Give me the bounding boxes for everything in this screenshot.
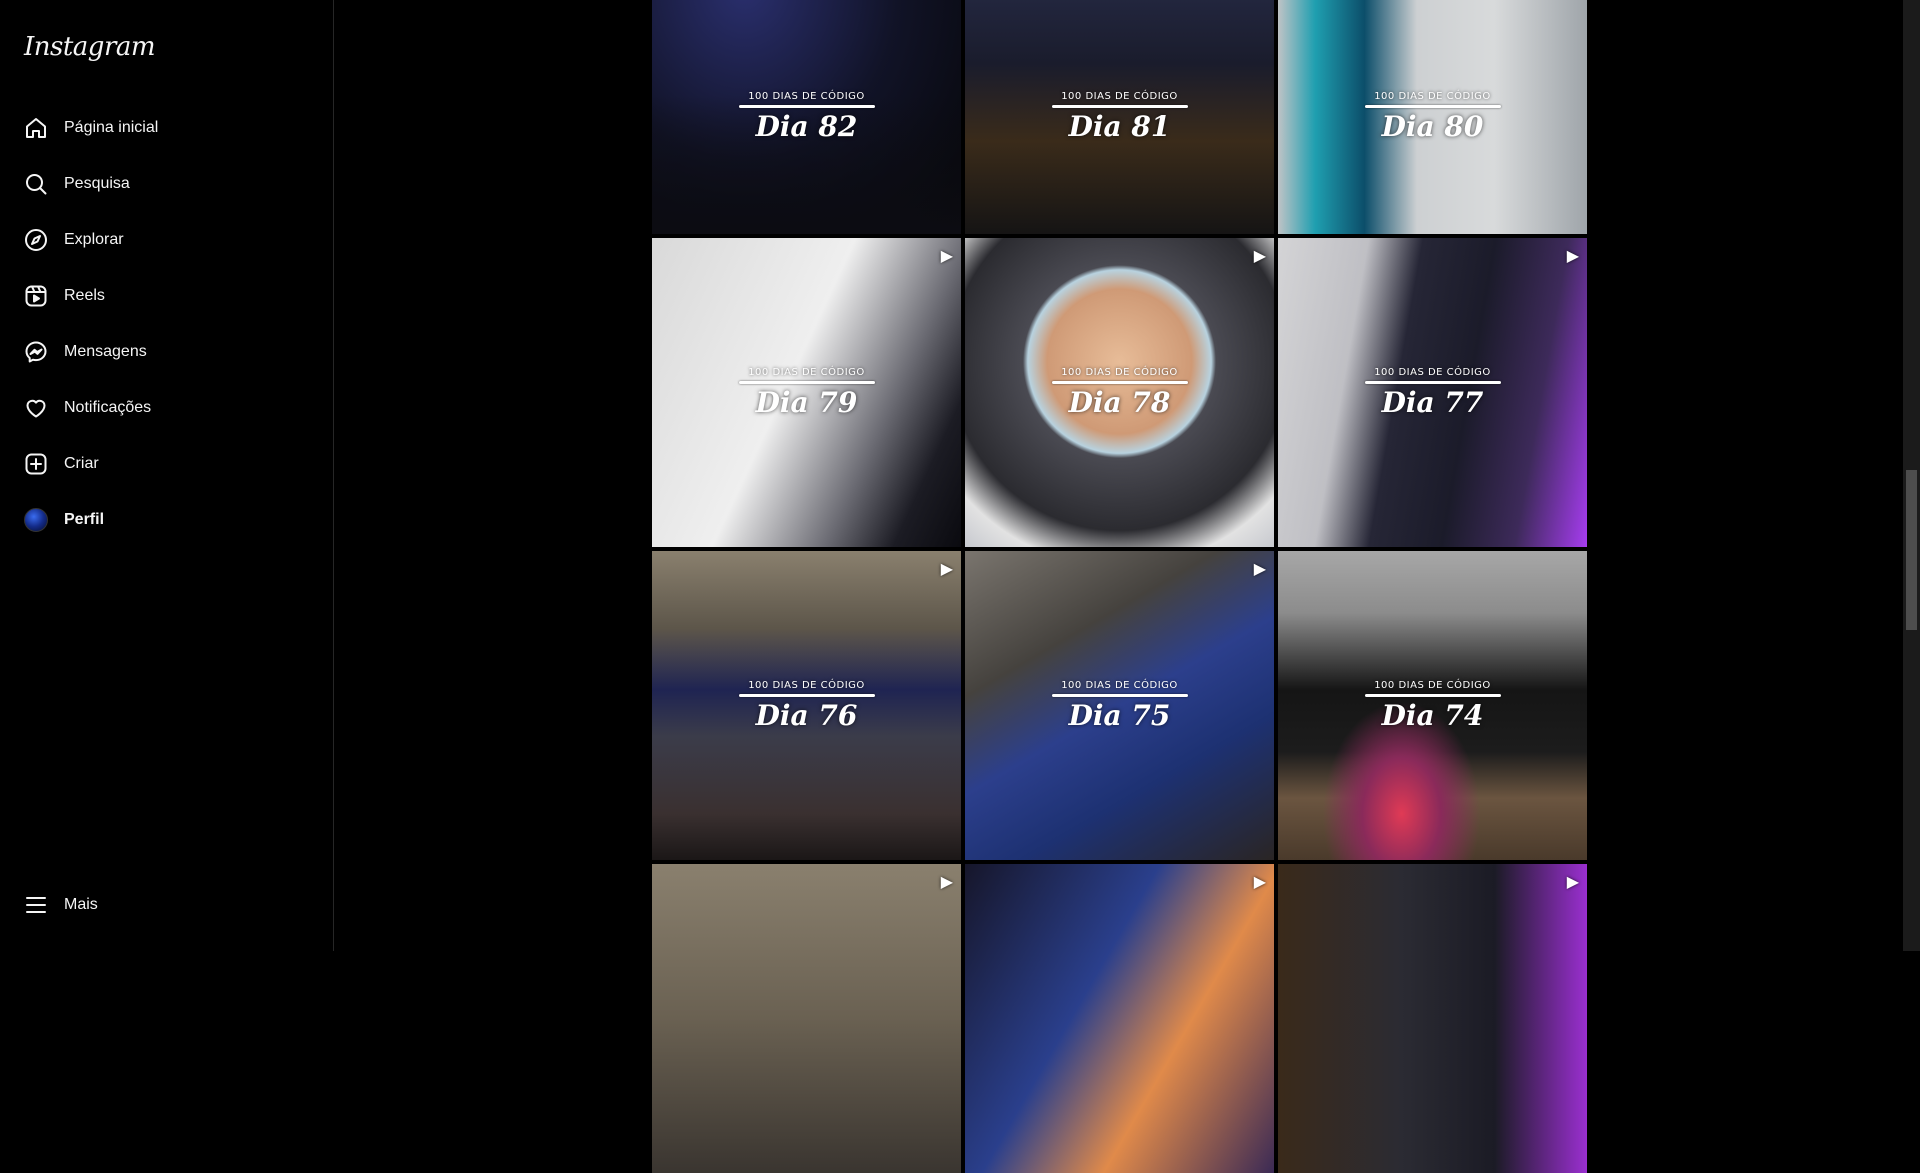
post-day: Dia 75 [1068,698,1171,732]
reel-icon: ▶ [1566,872,1579,891]
menu-icon [24,893,48,917]
brush-stroke [1364,693,1501,697]
brush-stroke [1051,693,1188,697]
post-day: Dia 78 [1068,385,1171,419]
post-subtitle: 100 DIAS DE CÓDIGO [1061,679,1178,691]
reel-icon: ▶ [1566,246,1579,265]
nav-more[interactable]: Mais [12,881,318,929]
post-caption: 100 DIAS DE CÓDIGO Dia 80 [1278,91,1587,143]
brush-stroke [1364,380,1501,384]
brush-stroke [1051,104,1188,108]
post-subtitle: 100 DIAS DE CÓDIGO [1374,90,1491,102]
post-tile[interactable]: ▶ 100 DIAS DE CÓDIGO Dia 78 [965,238,1274,547]
post-caption: 100 DIAS DE CÓDIGO Dia 78 [965,367,1274,419]
nav-profile-label: Perfil [64,511,105,528]
brush-stroke [738,693,875,697]
post-tile[interactable]: ▶ 100 DIAS DE CÓDIGO Dia 79 [652,238,961,547]
post-subtitle: 100 DIAS DE CÓDIGO [1061,366,1178,378]
post-day: Dia 82 [755,109,858,143]
post-day: Dia 79 [755,385,858,419]
plus-square-icon [24,452,48,476]
post-caption: 100 DIAS DE CÓDIGO Dia 76 [652,680,961,732]
profile-post-grid: 100 DIAS DE CÓDIGO Dia 82 100 DIAS DE CÓ… [652,0,1587,1173]
nav-messages[interactable]: Mensagens [12,328,318,376]
post-tile[interactable]: ▶ 100 DIAS DE CÓDIGO Dia 76 [652,551,961,860]
post-day: Dia 80 [1381,109,1484,143]
post-caption: 100 DIAS DE CÓDIGO Dia 82 [652,91,961,143]
reels-icon [24,284,48,308]
avatar [24,508,48,532]
post-tile[interactable]: 100 DIAS DE CÓDIGO Dia 74 [1278,551,1587,860]
post-subtitle: 100 DIAS DE CÓDIGO [1374,366,1491,378]
post-tile[interactable]: ▶ 100 DIAS DE CÓDIGO Dia 75 [965,551,1274,860]
instagram-logo[interactable]: Instagram [24,32,156,62]
nav-home[interactable]: Página inicial [12,104,318,152]
nav-search-label: Pesquisa [64,175,130,192]
nav-create-label: Criar [64,455,99,472]
post-subtitle: 100 DIAS DE CÓDIGO [1374,679,1491,691]
reel-icon: ▶ [1253,246,1266,265]
nav-home-label: Página inicial [64,119,159,136]
post-day: Dia 74 [1381,698,1484,732]
post-caption: 100 DIAS DE CÓDIGO Dia 75 [965,680,1274,732]
messenger-icon [24,340,48,364]
nav-messages-label: Mensagens [64,343,147,360]
post-subtitle: 100 DIAS DE CÓDIGO [748,366,865,378]
brush-stroke [1051,380,1188,384]
home-icon [24,116,48,140]
profile-avatar-wrap [24,508,48,532]
reel-icon: ▶ [940,559,953,578]
sidebar: Instagram Página inicial Pesquisa Explor… [0,0,334,951]
post-thumbnail [1278,864,1587,1173]
nav-notifications-label: Notificações [64,399,152,416]
post-caption: 100 DIAS DE CÓDIGO Dia 74 [1278,680,1587,732]
post-tile[interactable]: ▶ 100 DIAS DE CÓDIGO Dia 77 [1278,238,1587,547]
heart-icon [24,396,48,420]
scrollbar-thumb[interactable] [1906,470,1917,630]
post-caption: 100 DIAS DE CÓDIGO Dia 81 [965,91,1274,143]
post-thumbnail [652,864,961,1173]
nav-notifications[interactable]: Notificações [12,384,318,432]
post-day: Dia 81 [1068,109,1171,143]
post-day: Dia 77 [1381,385,1484,419]
brush-stroke [738,380,875,384]
nav-profile[interactable]: Perfil [12,496,318,544]
nav-create[interactable]: Criar [12,440,318,488]
post-tile[interactable]: ▶ [652,864,961,1173]
post-tile[interactable]: ▶ [1278,864,1587,1173]
nav-reels[interactable]: Reels [12,272,318,320]
post-tile[interactable]: 100 DIAS DE CÓDIGO Dia 80 [1278,0,1587,234]
reel-icon: ▶ [940,872,953,891]
nav-explore-label: Explorar [64,231,124,248]
nav-reels-label: Reels [64,287,105,304]
post-day: Dia 76 [755,698,858,732]
post-tile[interactable]: 100 DIAS DE CÓDIGO Dia 81 [965,0,1274,234]
post-tile[interactable]: ▶ [965,864,1274,1173]
post-subtitle: 100 DIAS DE CÓDIGO [1061,90,1178,102]
brush-stroke [1364,104,1501,108]
post-tile[interactable]: 100 DIAS DE CÓDIGO Dia 82 [652,0,961,234]
post-caption: 100 DIAS DE CÓDIGO Dia 79 [652,367,961,419]
nav-more-label: Mais [64,896,98,913]
search-icon [24,172,48,196]
nav-explore[interactable]: Explorar [12,216,318,264]
brush-stroke [738,104,875,108]
nav-search[interactable]: Pesquisa [12,160,318,208]
reel-icon: ▶ [1253,559,1266,578]
page-scrollbar[interactable] [1903,0,1920,951]
reel-icon: ▶ [1253,872,1266,891]
post-thumbnail [965,864,1274,1173]
reel-icon: ▶ [940,246,953,265]
post-subtitle: 100 DIAS DE CÓDIGO [748,90,865,102]
post-subtitle: 100 DIAS DE CÓDIGO [748,679,865,691]
compass-icon [24,228,48,252]
post-caption: 100 DIAS DE CÓDIGO Dia 77 [1278,367,1587,419]
